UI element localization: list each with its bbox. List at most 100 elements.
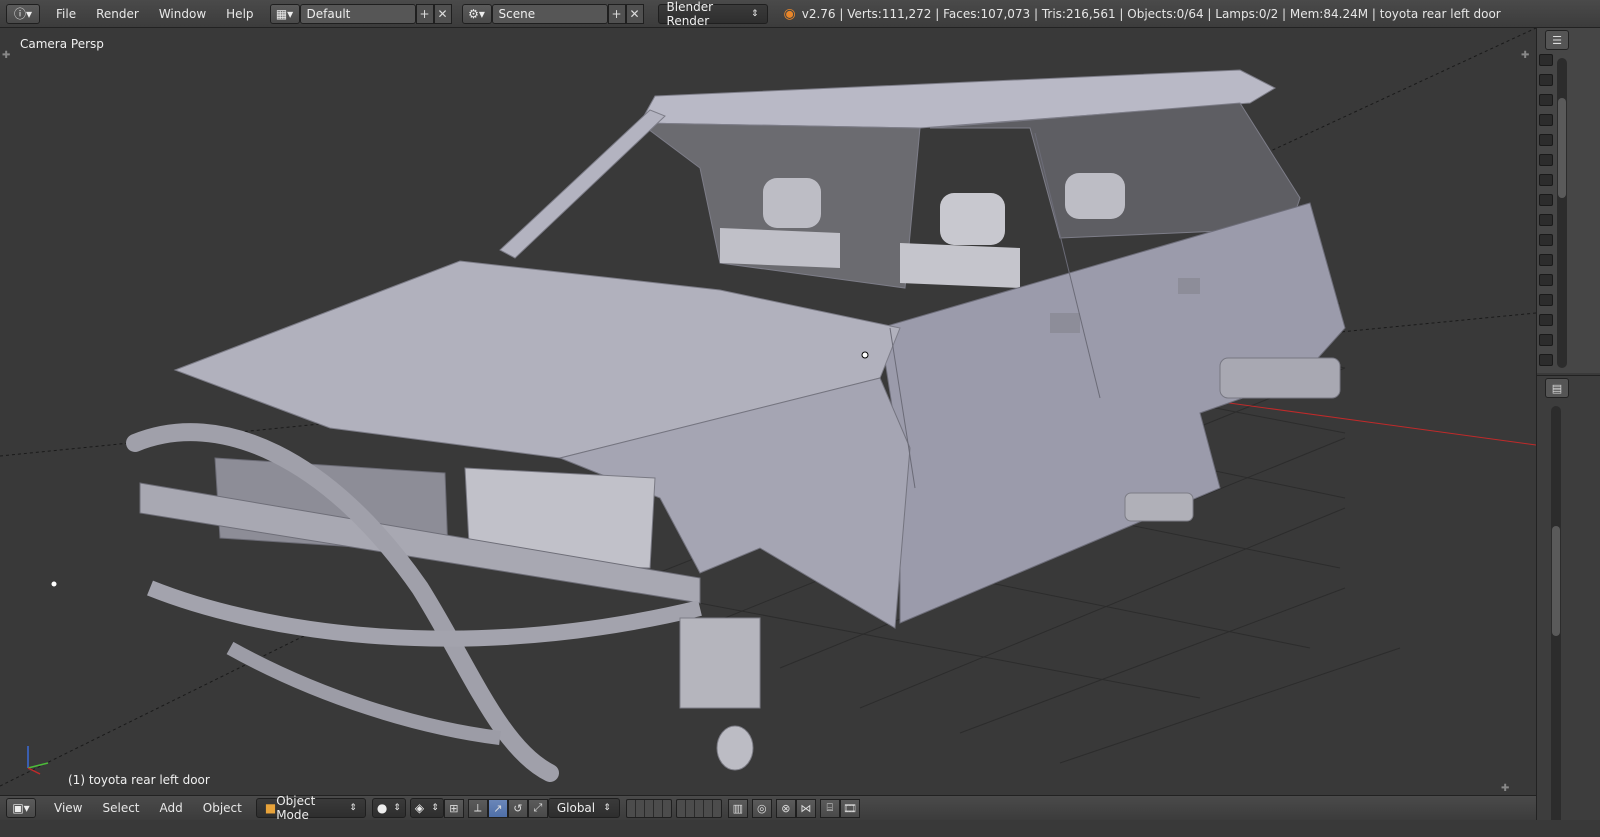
- menu-object[interactable]: Object: [193, 796, 252, 821]
- outliner-camera-toggle[interactable]: [1539, 94, 1553, 106]
- info-editor-button[interactable]: ⓘ▾: [6, 3, 40, 24]
- outliner-camera-toggle[interactable]: [1539, 214, 1553, 226]
- proportional-edit-button[interactable]: ◎: [751, 798, 772, 818]
- outliner-camera-toggle[interactable]: [1539, 354, 1553, 366]
- area-split-widget[interactable]: ✚: [2, 50, 10, 61]
- view-name-label: Camera Persp: [20, 37, 104, 51]
- object-origin[interactable]: [861, 351, 869, 359]
- outliner-editor[interactable]: ☰: [1537, 28, 1600, 373]
- snap-element-dropdown[interactable]: ⋈: [795, 798, 816, 818]
- pivot-point-dropdown[interactable]: ◈ ⇕: [409, 798, 444, 818]
- seat: [900, 243, 1020, 288]
- properties-editor-button[interactable]: ▤: [1545, 378, 1569, 398]
- properties-scrollbar[interactable]: [1551, 406, 1561, 826]
- car-model[interactable]: [126, 69, 1346, 782]
- mode-dropdown[interactable]: ■ Object Mode ⇕: [255, 794, 366, 822]
- 3d-viewport[interactable]: ✚ ✚ ✚ Camera Persp (1) toyota rear left …: [0, 28, 1536, 795]
- add-layout-button[interactable]: +: [415, 3, 434, 24]
- outliner-camera-toggle[interactable]: [1539, 234, 1553, 246]
- outliner-scroll-thumb[interactable]: [1558, 98, 1566, 198]
- blender-logo-icon: ◉: [783, 5, 796, 22]
- outliner-camera-toggle[interactable]: [1539, 74, 1553, 86]
- menu-help[interactable]: Help: [216, 0, 263, 28]
- menu-select[interactable]: Select: [92, 796, 149, 821]
- outliner-camera-toggle[interactable]: [1539, 254, 1553, 266]
- properties-scroll-thumb[interactable]: [1552, 526, 1560, 636]
- area-split-widget[interactable]: ✚: [1521, 50, 1529, 61]
- opengl-render-button[interactable]: ⌸: [819, 798, 840, 818]
- right-editors: ☰ ▤: [1536, 28, 1600, 837]
- rear-suspension: [1219, 357, 1341, 399]
- snap-increment-icon: ⋈: [800, 801, 812, 815]
- seat-headrest: [940, 193, 1005, 245]
- transform-manipulator-button[interactable]: ⟂: [467, 798, 488, 818]
- menu-render[interactable]: Render: [86, 0, 149, 28]
- scale-manipulator-button[interactable]: ⤢: [527, 798, 548, 818]
- chevron-updown-icon: ⇕: [431, 803, 439, 813]
- opengl-render-animation-button[interactable]: 🎞: [839, 798, 860, 818]
- manipulator-toggle[interactable]: ⊞: [443, 798, 464, 818]
- plus-icon: +: [611, 6, 622, 21]
- lamp-origin[interactable]: [51, 581, 57, 587]
- outliner-camera-toggle[interactable]: [1539, 334, 1553, 346]
- pivot-icon: ◈: [414, 801, 425, 815]
- render-icon: ⌸: [826, 801, 834, 814]
- area-split-widget[interactable]: ✚: [1501, 783, 1509, 794]
- delete-layout-button[interactable]: ✕: [433, 3, 452, 24]
- outliner-icon: ☰: [1552, 33, 1562, 47]
- lock-layers-button[interactable]: ▥: [727, 798, 748, 818]
- viewport-canvas[interactable]: ✚ ✚ ✚: [0, 28, 1536, 795]
- front-suspension: [679, 617, 761, 709]
- menu-file[interactable]: File: [46, 0, 86, 28]
- outliner-camera-toggle[interactable]: [1539, 194, 1553, 206]
- hub: [716, 725, 754, 771]
- chevron-updown-icon: ⇕: [349, 803, 357, 813]
- outliner-camera-toggle[interactable]: [1539, 154, 1553, 166]
- outliner-camera-toggle[interactable]: [1539, 174, 1553, 186]
- main-menu: File Render Window Help: [46, 0, 264, 28]
- axes-icon: ⟂: [474, 801, 482, 814]
- render-engine-label: Blender Render: [666, 0, 714, 28]
- outliner-camera-toggle[interactable]: [1539, 114, 1553, 126]
- outliner-editor-button[interactable]: ☰: [1545, 30, 1569, 50]
- rear-axle-part: [1124, 492, 1194, 522]
- rotate-manipulator-button[interactable]: ↺: [507, 798, 528, 818]
- render-engine-dropdown[interactable]: Blender Render ⇕: [657, 0, 768, 28]
- outliner-camera-toggle[interactable]: [1539, 274, 1553, 286]
- info-header: ⓘ▾ File Render Window Help ▦▾ Default + …: [0, 0, 1600, 28]
- seat-headrest: [1065, 173, 1125, 219]
- axis-gizmo: [27, 746, 49, 775]
- chevron-updown-icon: ⇕: [750, 8, 759, 19]
- add-scene-button[interactable]: +: [607, 3, 626, 24]
- outliner-scrollbar[interactable]: [1557, 58, 1567, 368]
- transform-orientation-dropdown[interactable]: Global ⇕: [547, 798, 620, 818]
- manipulator-icon: ⊞: [449, 801, 459, 815]
- translate-manipulator-button[interactable]: ↗: [487, 798, 508, 818]
- scene-selector-button[interactable]: ⚙▾: [461, 3, 492, 24]
- bottom-strip: [0, 820, 1600, 837]
- outliner-camera-toggle[interactable]: [1539, 294, 1553, 306]
- outliner-camera-toggle[interactable]: [1539, 54, 1553, 66]
- menu-add[interactable]: Add: [150, 796, 193, 821]
- mode-label: Object Mode: [276, 794, 316, 822]
- layout-selector-button[interactable]: ▦▾: [269, 3, 300, 24]
- door-handle: [1178, 278, 1200, 294]
- selected-object-label: (1) toyota rear left door: [68, 773, 210, 787]
- scene-name-field[interactable]: Scene: [491, 3, 608, 24]
- outliner-camera-toggle[interactable]: [1539, 134, 1553, 146]
- properties-editor[interactable]: ▤: [1537, 375, 1600, 837]
- viewport-shading-dropdown[interactable]: ● ⇕: [371, 798, 406, 818]
- outliner-camera-toggle[interactable]: [1539, 314, 1553, 326]
- menu-view[interactable]: View: [44, 796, 92, 821]
- snap-toggle[interactable]: ⊗: [775, 798, 796, 818]
- scene-layers-1[interactable]: [625, 798, 672, 818]
- editor-type-button[interactable]: ▣▾: [6, 798, 36, 818]
- door-handle: [1050, 313, 1080, 333]
- arrow-icon: ↗: [493, 801, 503, 815]
- layout-name-field[interactable]: Default: [299, 3, 416, 24]
- scene-layers-2[interactable]: [675, 798, 722, 818]
- plus-icon: +: [419, 6, 430, 21]
- menu-window[interactable]: Window: [149, 0, 216, 28]
- properties-icon: ▤: [1551, 381, 1563, 395]
- delete-scene-button[interactable]: ✕: [625, 3, 644, 24]
